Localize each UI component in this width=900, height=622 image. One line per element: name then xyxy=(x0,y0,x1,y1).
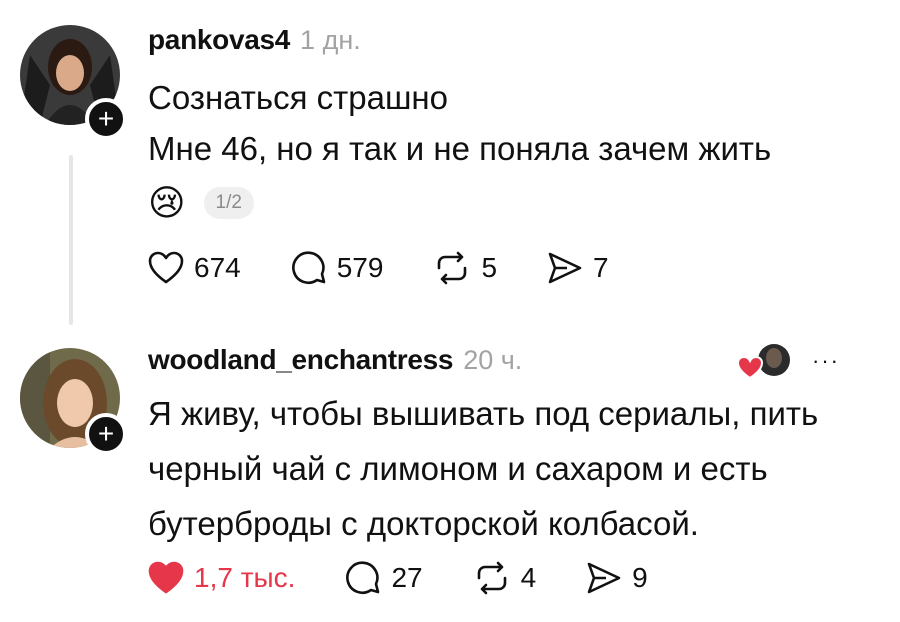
repost-button[interactable]: 5 xyxy=(433,251,497,285)
repost-arrows-icon xyxy=(438,251,467,285)
like-button[interactable]: 1,7 тыс. xyxy=(148,561,295,595)
username[interactable]: woodland_enchantress xyxy=(148,344,453,376)
comment-button[interactable]: 579 xyxy=(291,250,384,286)
post: + pankovas4 1 дн. Сознаться страшно Мне … xyxy=(0,0,900,330)
comment-count: 579 xyxy=(336,252,384,283)
post-text-line: Сознаться страшно xyxy=(148,79,449,116)
share-count: 9 xyxy=(632,562,648,593)
post-text-line: черный чай с лимоном и сахаром и есть xyxy=(148,450,768,487)
comment-button[interactable]: 27 xyxy=(345,560,423,596)
heart-icon xyxy=(736,355,764,380)
share-count: 7 xyxy=(593,252,609,283)
post-header: pankovas4 1 дн. xyxy=(148,24,361,56)
thread-line xyxy=(69,155,73,325)
action-bar: 674 579 5 7 xyxy=(148,250,659,286)
timestamp: 1 дн. xyxy=(300,25,361,55)
crying-face-icon: 😢 xyxy=(148,182,186,223)
repost-arrows-icon xyxy=(477,561,506,595)
post: + woodland_enchantress 20 ч. ··· Я живу,… xyxy=(0,330,900,622)
heart-icon xyxy=(148,561,184,594)
repost-button[interactable]: 4 xyxy=(473,561,537,595)
like-count: 674 xyxy=(194,252,241,283)
send-icon xyxy=(587,562,621,594)
share-button[interactable]: 7 xyxy=(547,251,609,285)
repost-count: 5 xyxy=(481,252,498,283)
comment-count: 27 xyxy=(391,562,423,593)
post-text-line: Я живу, чтобы вышивать под сериалы, пить xyxy=(148,395,819,432)
pagination-badge[interactable]: 1/2 xyxy=(203,187,254,219)
follow-button[interactable]: + xyxy=(85,413,127,455)
comment-bubble-icon xyxy=(291,251,326,285)
post-text-line: Мне 46, но я так и не поняла зачем жить xyxy=(148,130,772,167)
like-button[interactable]: 674 xyxy=(148,251,241,285)
reaction-row: 😢 1/2 xyxy=(148,185,254,221)
post-text: Я живу, чтобы вышивать под сериалы, пить… xyxy=(148,388,878,553)
more-options-button[interactable]: ··· xyxy=(812,348,840,374)
comment-bubble-icon xyxy=(346,561,380,595)
follow-button[interactable]: + xyxy=(85,98,127,140)
share-button[interactable]: 9 xyxy=(586,561,648,595)
username[interactable]: pankovas4 xyxy=(148,24,290,56)
timestamp: 20 ч. xyxy=(463,345,523,375)
heart-icon xyxy=(148,251,184,284)
post-header: woodland_enchantress 20 ч. xyxy=(148,344,522,376)
like-count: 1,7 тыс. xyxy=(194,562,296,593)
post-text-line: бутерброды с докторской колбасой. xyxy=(148,505,699,542)
author-liked-indicator xyxy=(736,342,796,382)
send-icon xyxy=(548,252,582,284)
repost-count: 4 xyxy=(520,562,537,593)
action-bar: 1,7 тыс. 27 4 9 xyxy=(148,560,698,596)
